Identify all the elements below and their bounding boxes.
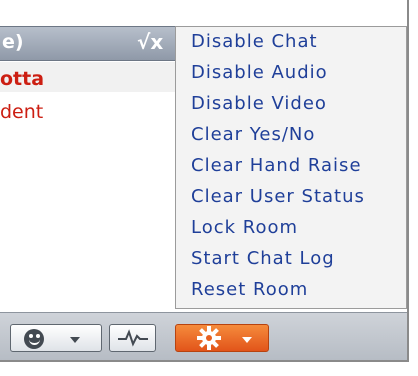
room-settings-button[interactable] [175,324,269,352]
user-list-item[interactable]: dent [0,101,43,123]
menu-item-reset-room[interactable]: Reset Room [191,279,308,300]
menu-item-disable-video[interactable]: Disable Video [191,93,327,114]
smiley-eye [36,334,40,338]
menu-item-start-chat-log[interactable]: Start Chat Log [191,248,335,269]
user-list-header-title: e) [2,31,24,53]
menu-item-clear-hand-raise[interactable]: Clear Hand Raise [191,155,362,176]
menu-item-disable-audio[interactable]: Disable Audio [191,62,328,83]
menu-item-clear-user-status[interactable]: Clear User Status [191,186,365,207]
menu-item-clear-yes-no[interactable]: Clear Yes/No [191,124,315,145]
chevron-down-icon [242,337,252,343]
smiley-eye [29,334,33,338]
menu-item-disable-chat[interactable]: Disable Chat [191,31,318,52]
menu-item-lock-room[interactable]: Lock Room [191,217,298,238]
chat-panel: e) √x otta dent Disable Chat Disable Aud… [0,0,409,362]
status-check-icon[interactable]: √x [137,30,163,54]
activity-icon [118,329,148,347]
chevron-down-icon [70,337,80,343]
gear-icon [197,326,221,350]
user-list-item[interactable]: otta [0,68,44,90]
